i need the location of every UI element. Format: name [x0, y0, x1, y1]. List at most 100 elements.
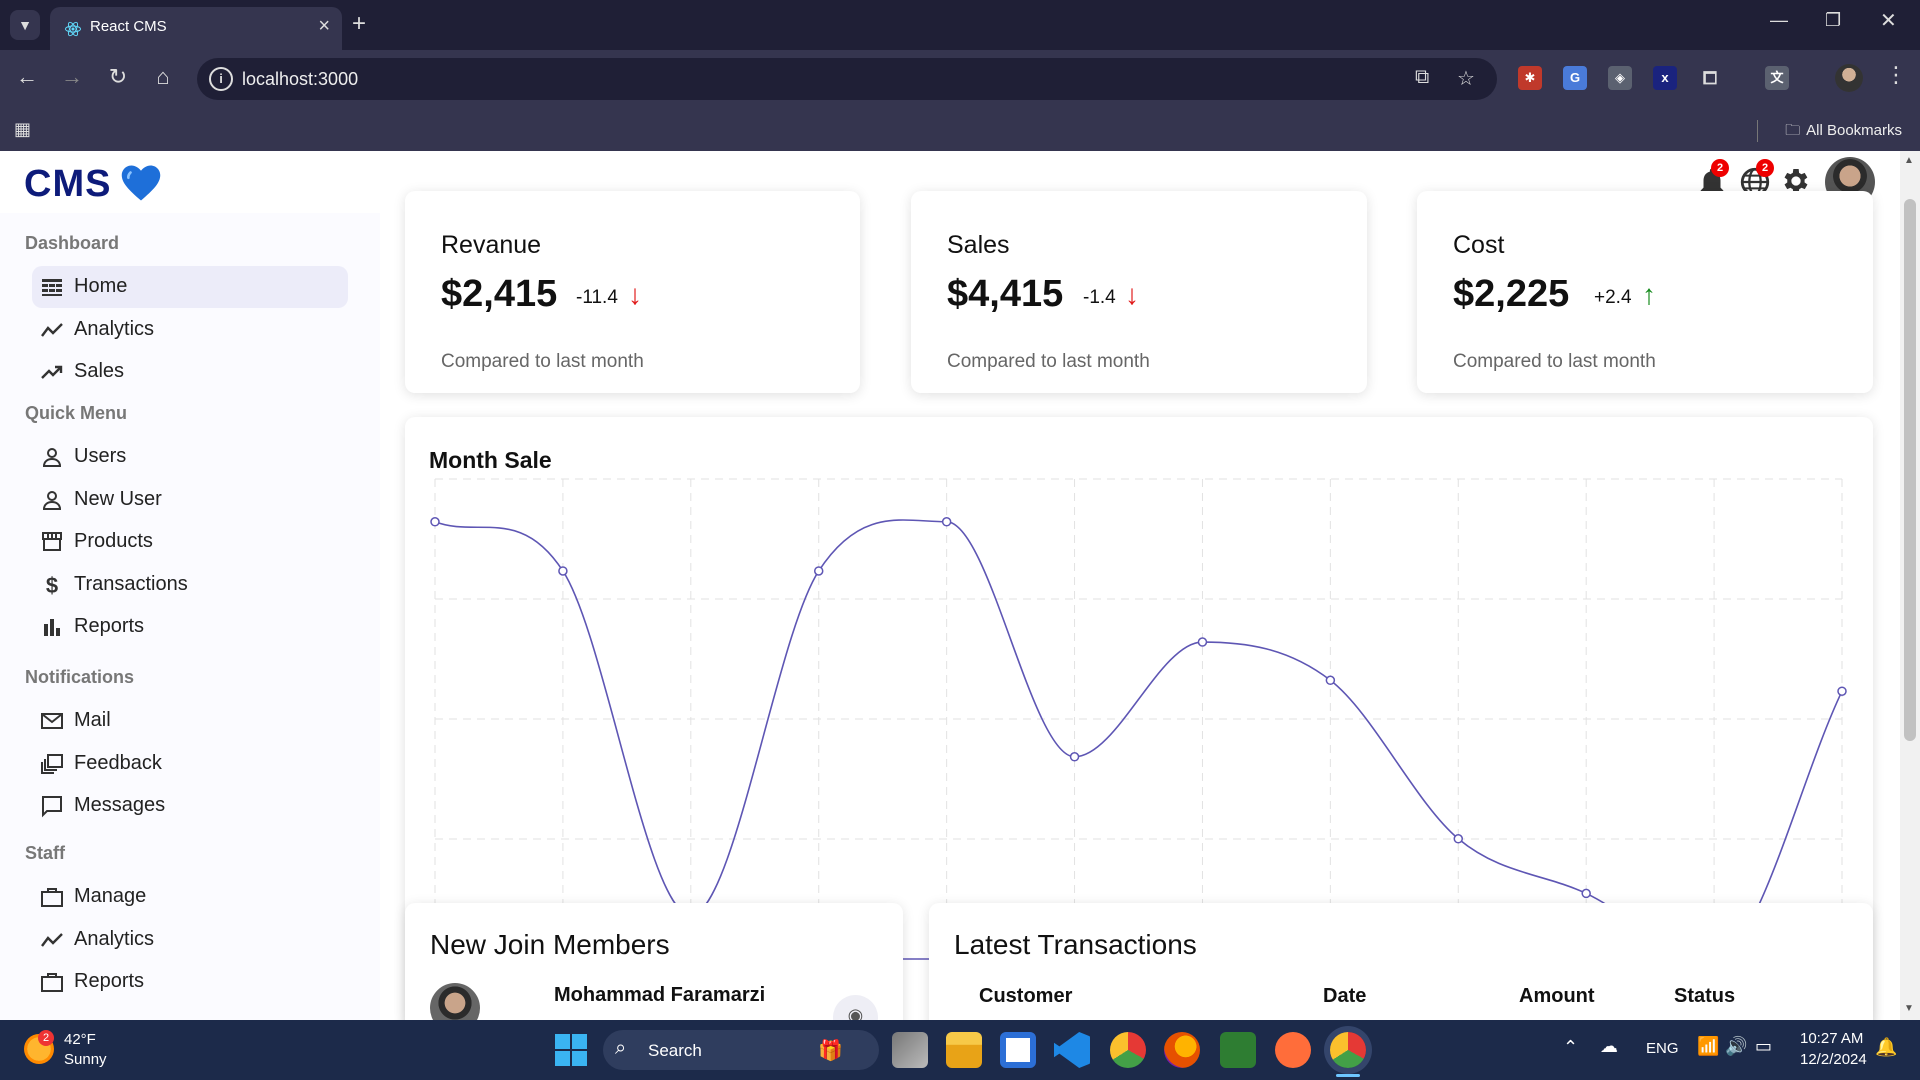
apps-grid-icon[interactable]: ▦ — [14, 119, 31, 140]
translate-page-icon[interactable]: 文 — [1765, 66, 1789, 90]
search-highlight-icon: 🎁 — [818, 1040, 843, 1062]
sidebar-item-label: Messages — [74, 794, 166, 816]
line-chart-icon — [41, 322, 63, 337]
scroll-up-icon[interactable]: ▲ — [1904, 155, 1914, 166]
sidebar-item-analytics[interactable]: Analytics — [32, 919, 348, 961]
clock-date[interactable]: 12/2/2024 — [1800, 1051, 1867, 1068]
bookmark-star-icon[interactable]: ☆ — [1457, 66, 1475, 91]
x-extension-icon[interactable]: x — [1653, 66, 1677, 90]
sidebar-item-transactions[interactable]: $ Transactions — [32, 564, 348, 606]
notification-center-icon[interactable]: 🔔 — [1875, 1037, 1897, 1058]
shield-extension-icon[interactable]: ◈ — [1608, 66, 1632, 90]
new-tab-button[interactable]: + — [352, 10, 366, 38]
sidebar-item-products[interactable]: Products — [32, 521, 348, 563]
data-point[interactable] — [941, 517, 952, 527]
spreadsheet-app-icon[interactable] — [1220, 1032, 1256, 1068]
browser-tab[interactable]: React CMS × — [50, 7, 342, 50]
tab-search-button[interactable]: ▼ — [10, 10, 40, 40]
featured-title: Revanue — [441, 231, 542, 259]
speaker-icon[interactable]: 🔊 — [1725, 1036, 1747, 1057]
featured-rate: -1.4 — [1083, 287, 1116, 308]
store-icon — [42, 532, 62, 551]
menu-dots-icon[interactable]: ⋮ — [1885, 62, 1907, 88]
app-logo[interactable]: CMS — [24, 163, 111, 206]
postman-icon[interactable] — [1275, 1032, 1311, 1068]
clock-time[interactable]: 10:27 AM — [1800, 1030, 1863, 1047]
sidebar-item-label: Analytics — [74, 927, 155, 950]
sidebar-section-title: Dashboard — [25, 233, 120, 253]
chevron-up-icon[interactable]: ⌃ — [1563, 1037, 1578, 1058]
data-point[interactable] — [1325, 675, 1336, 686]
featured-money: $2,225 — [1453, 273, 1570, 315]
bookmarks-bar: ▦ 🗀 All Bookmarks — [0, 110, 1920, 150]
windows-start-icon[interactable] — [555, 1034, 587, 1066]
chrome-icon[interactable] — [1110, 1032, 1146, 1068]
all-bookmarks-button[interactable]: 🗀 All Bookmarks — [1785, 120, 1902, 145]
sidebar-item-label: Products — [74, 530, 153, 552]
firefox-icon[interactable] — [1164, 1032, 1200, 1068]
data-point[interactable] — [1581, 888, 1591, 899]
dollar-icon: $ — [46, 573, 58, 597]
sidebar-item-feedback[interactable]: Feedback — [32, 743, 348, 785]
close-tab-icon[interactable]: × — [318, 15, 330, 38]
reload-icon[interactable]: ↻ — [103, 64, 133, 90]
task-view-icon[interactable] — [892, 1032, 928, 1068]
cloud-icon[interactable]: ☁ — [1600, 1036, 1618, 1057]
view-member-button[interactable]: ◉ — [833, 995, 878, 1020]
microsoft-store-icon[interactable] — [1000, 1032, 1036, 1068]
column-header-status: Status — [1674, 985, 1736, 1007]
sidebar-item-analytics[interactable]: Analytics — [32, 309, 348, 351]
sidebar-item-reports[interactable]: Reports — [32, 961, 348, 1003]
extension-icon[interactable]: ✱ — [1518, 66, 1542, 90]
file-explorer-icon[interactable] — [946, 1032, 982, 1068]
battery-icon[interactable]: ▭ — [1755, 1036, 1772, 1057]
data-point[interactable] — [558, 566, 568, 576]
site-info-icon[interactable]: i — [209, 67, 233, 91]
sidebar-section-title: Staff — [25, 843, 65, 863]
data-point[interactable] — [1069, 752, 1080, 762]
wifi-icon[interactable]: 📶 — [1697, 1036, 1719, 1057]
scroll-down-icon[interactable]: ▼ — [1904, 1003, 1914, 1014]
transactions-title: Latest Transactions — [954, 929, 1197, 960]
mail-icon — [41, 713, 63, 729]
sidebar-item-reports[interactable]: Reports — [32, 606, 348, 648]
windows-taskbar: 2 42°F Sunny ⌕ Search 🎁 ⌃ ☁ ENG 📶 🔊 ▭ 10… — [0, 1020, 1920, 1080]
sidebar-item-users[interactable]: Users — [32, 436, 348, 478]
featured-money: $4,415 — [947, 273, 1064, 315]
eye-icon: ◉ — [847, 1005, 864, 1020]
sidebar-item-mail[interactable]: Mail — [32, 700, 348, 742]
sidebar-item-new-user[interactable]: New User — [32, 479, 348, 521]
sidebar-item-manage[interactable]: Manage — [32, 876, 348, 918]
forward-icon[interactable]: → — [57, 64, 87, 90]
sidebar-item-label: Sales — [74, 360, 125, 382]
sidebar-item-home[interactable]: Home — [32, 266, 348, 308]
page-scrollbar[interactable]: ▲ ▼ — [1900, 151, 1920, 1020]
profile-avatar[interactable] — [1835, 64, 1863, 92]
restore-icon[interactable]: ❐ — [1825, 10, 1841, 31]
taskbar-search[interactable]: ⌕ Search 🎁 — [603, 1030, 879, 1070]
back-icon[interactable]: ← — [12, 64, 42, 90]
data-point[interactable] — [1197, 637, 1208, 647]
scrollbar-thumb[interactable] — [1904, 199, 1916, 741]
featured-card-sales: Sales $4,415 -1.4 ↓ Compared to last mon… — [911, 191, 1367, 393]
data-point[interactable] — [430, 517, 440, 527]
install-app-icon[interactable]: ⧉ — [1415, 66, 1429, 89]
chrome-active-icon[interactable] — [1330, 1032, 1366, 1068]
extensions-puzzle-icon[interactable]: ⧠ — [1698, 66, 1722, 90]
sidebar-item-sales[interactable]: Sales — [32, 351, 348, 393]
message-icon — [42, 796, 62, 818]
sidebar-item-label: Mail — [74, 709, 111, 731]
minimize-icon[interactable]: — — [1770, 10, 1788, 31]
sidebar-item-label: Transactions — [74, 572, 188, 595]
data-point[interactable] — [813, 566, 824, 576]
data-point[interactable] — [1837, 686, 1847, 696]
language-indicator[interactable]: ENG — [1646, 1040, 1679, 1057]
close-window-icon[interactable]: ✕ — [1880, 8, 1897, 33]
featured-rate: -11.4 — [576, 287, 618, 308]
address-bar[interactable]: i localhost:3000 ⧉ ☆ — [197, 58, 1497, 100]
data-point[interactable] — [1453, 834, 1464, 844]
home-icon[interactable]: ⌂ — [148, 64, 178, 90]
translate-extension-icon[interactable]: G — [1563, 66, 1587, 90]
vscode-icon[interactable] — [1054, 1032, 1090, 1068]
sidebar-item-messages[interactable]: Messages — [32, 785, 348, 827]
